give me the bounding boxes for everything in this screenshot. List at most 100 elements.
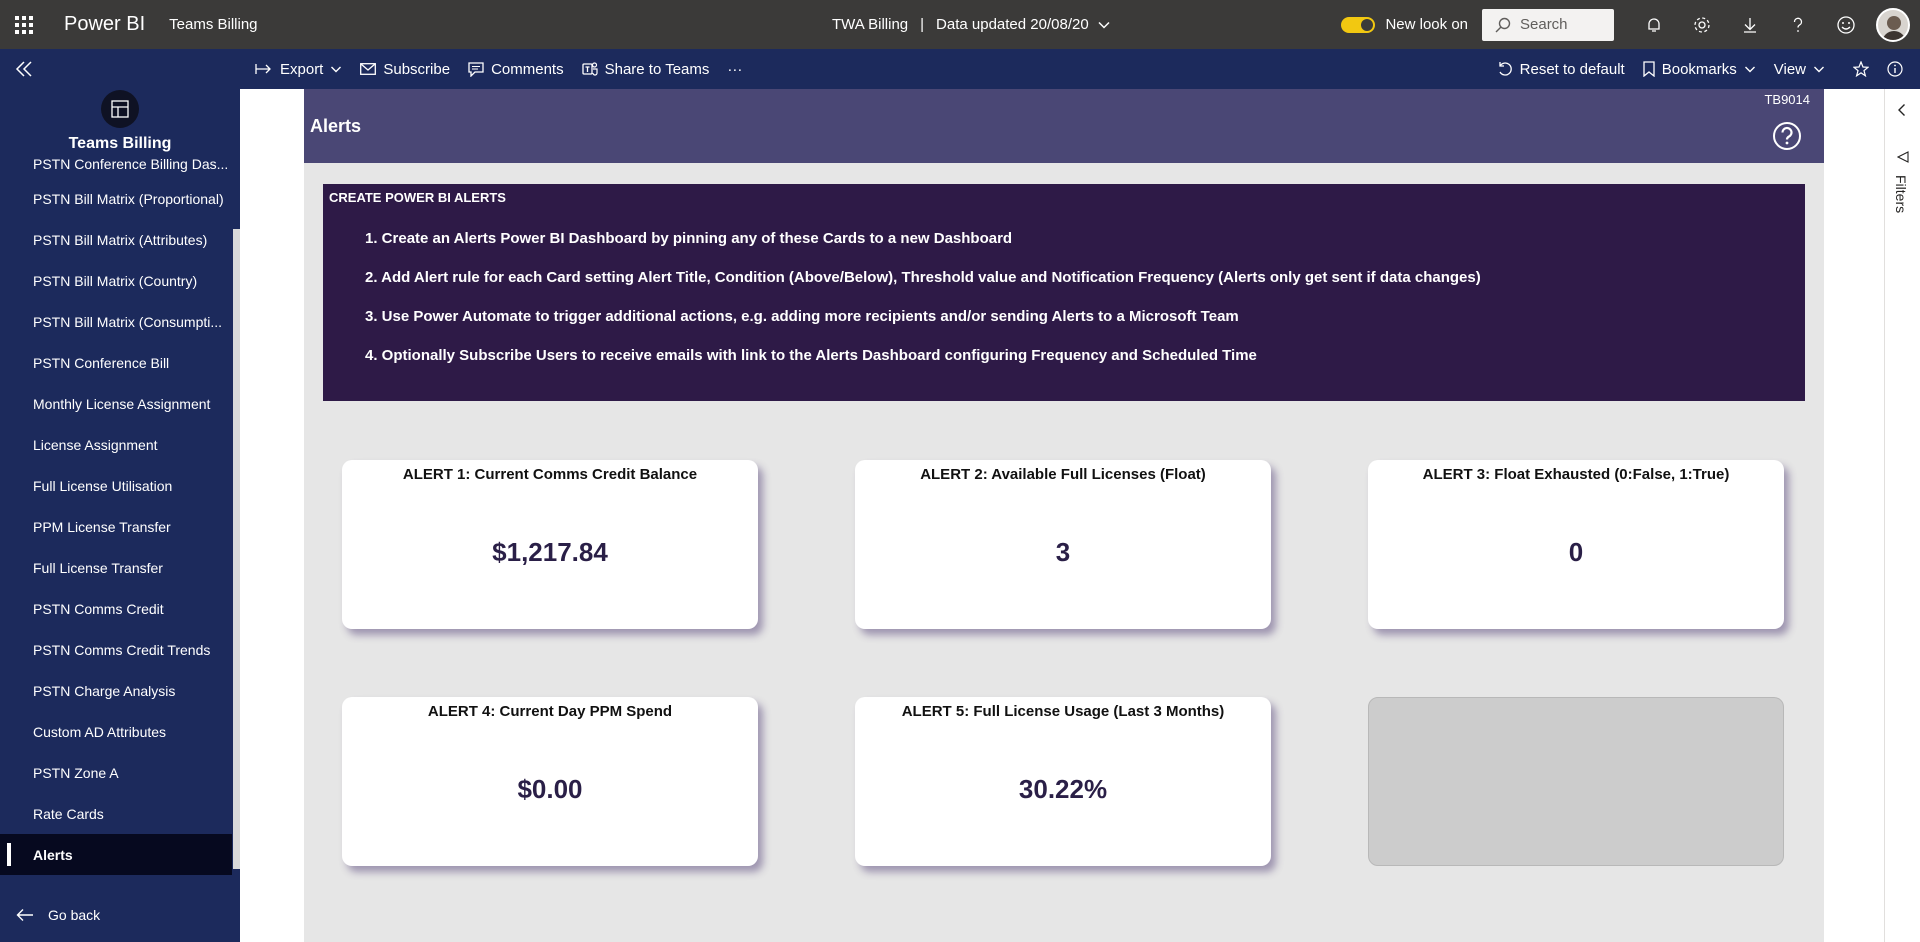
filters-label[interactable]: Filters [1893,175,1909,213]
card-title: ALERT 3: Float Exhausted (0:False, 1:Tru… [1422,466,1730,483]
sidebar-item-rate-cards[interactable]: Rate Cards [0,793,232,834]
go-back-label: Go back [48,907,101,923]
notifications-button[interactable] [1630,0,1678,49]
question-circle-icon[interactable] [1772,121,1802,151]
report-name: TWA Billing [832,16,909,33]
comments-button[interactable]: Comments [459,49,573,89]
search-placeholder: Search [1520,16,1568,33]
more-options-button[interactable]: ··· [718,49,751,89]
sidebar-item-pstn-conference-billing-dashboard[interactable]: PSTN Conference Billing Das... [0,156,232,178]
share-to-teams-button[interactable]: Share to Teams [573,49,719,89]
sidebar-item-alerts[interactable]: Alerts [0,834,232,875]
app-launcher-button[interactable] [0,0,48,49]
sidebar-item-pstn-bill-matrix-country[interactable]: PSTN Bill Matrix (Country) [0,260,232,301]
chevron-left-icon[interactable] [1896,103,1908,117]
reset-to-default-button[interactable]: Reset to default [1488,49,1634,89]
alert-card-4[interactable]: ALERT 4: Current Day PPM Spend $0.00 [342,697,758,866]
bookmarks-button[interactable]: Bookmarks [1634,49,1765,89]
favorite-button[interactable] [1844,49,1878,89]
card-value: $0.00 [517,774,583,804]
export-icon [255,64,271,74]
sidebar-item-pstn-bill-matrix-attributes[interactable]: PSTN Bill Matrix (Attributes) [0,219,232,260]
app-header: Teams Billing [0,89,240,161]
sidebar-item-custom-ad-attributes[interactable]: Custom AD Attributes [0,711,232,752]
bookmark-icon [1643,61,1655,77]
sidebar-item-label: PSTN Charge Analysis [33,682,176,699]
alert-card-1[interactable]: ALERT 1: Current Comms Credit Balance $1… [342,460,758,629]
settings-button[interactable] [1678,0,1726,49]
sidebar-item-pstn-conference-bill[interactable]: PSTN Conference Bill [0,342,232,383]
sidebar-item-label: PPM License Transfer [33,518,171,535]
user-avatar[interactable] [1876,7,1910,42]
sidebar-item-label: Monthly License Assignment [33,395,211,412]
feedback-button[interactable] [1822,0,1870,49]
view-button[interactable]: View [1765,49,1834,89]
mail-icon [360,63,377,75]
waffle-icon [15,15,33,34]
title-separator: | [920,16,925,33]
workspace-name[interactable]: Teams Billing [169,16,257,33]
reset-icon [1498,62,1512,76]
sidebar-item-label: PSTN Bill Matrix (Proportional) [33,190,224,207]
sidebar-item-pstn-bill-matrix-proportional[interactable]: PSTN Bill Matrix (Proportional) [0,178,232,219]
teams-icon [581,62,598,76]
sidebar-item-label: PSTN Comms Credit [33,600,164,617]
search-icon [1495,17,1511,32]
sidebar-item-monthly-license-assignment[interactable]: Monthly License Assignment [0,383,232,424]
report-page: Alerts TB9014 CREATE POWER BI ALERTS 1. … [304,89,1824,942]
search-input[interactable]: Search [1482,8,1614,41]
alert-card-5[interactable]: ALERT 5: Full License Usage (Last 3 Mont… [855,697,1271,866]
sidebar-item-ppm-license-transfer[interactable]: PPM License Transfer [0,506,232,547]
star-icon [1853,61,1869,77]
navigation-pane: Teams Billing PSTN Conference Billing Da… [0,89,240,942]
go-back-button[interactable]: Go back [0,894,232,936]
sidebar-item-label: PSTN Bill Matrix (Country) [33,272,198,289]
alert-card-2[interactable]: ALERT 2: Available Full Licenses (Float)… [855,460,1271,629]
sidebar-item-pstn-zone-a[interactable]: PSTN Zone A [0,752,232,793]
sidebar-item-label: PSTN Comms Credit Trends [33,641,211,658]
sidebar-item-label: PSTN Conference Bill [33,354,170,371]
sidebar-item-pstn-charge-analysis[interactable]: PSTN Charge Analysis [0,670,232,711]
sidebar-item-pstn-comms-credit-trends[interactable]: PSTN Comms Credit Trends [0,629,232,670]
app-logo [101,90,139,128]
data-updated-text: Data updated 20/08/20 [936,16,1089,33]
brand-name[interactable]: Power BI [64,13,145,36]
instruction-step-2: 2. Add Alert rule for each Card setting … [365,269,1481,286]
app-title: Teams Billing [68,135,172,152]
sidebar-item-full-license-utilisation[interactable]: Full License Utilisation [0,465,232,506]
card-value: $1,217.84 [492,537,608,567]
export-button[interactable]: Export [246,49,351,89]
chevron-down-icon [1744,66,1755,73]
card-title: ALERT 4: Current Day PPM Spend [427,703,673,720]
sidebar-item-label: Full License Utilisation [33,477,173,494]
sidebar-item-full-license-transfer[interactable]: Full License Transfer [0,547,232,588]
subscribe-button[interactable]: Subscribe [351,49,459,89]
alerts-instructions-panel: CREATE POWER BI ALERTS 1. Create an Aler… [323,184,1805,401]
alert-card-3[interactable]: ALERT 3: Float Exhausted (0:False, 1:Tru… [1368,460,1784,629]
collapse-nav-button[interactable] [0,49,48,89]
filters-pane[interactable]: Filters [1884,89,1920,942]
page-title: Alerts [310,116,362,136]
chevron-down-icon [1098,21,1110,29]
new-look-toggle[interactable] [1341,16,1376,33]
app-icon [111,100,129,118]
page-list: PSTN Conference Billing Das... PSTN Bill… [0,156,232,875]
download-button[interactable] [1726,0,1774,49]
sidebar-item-pstn-bill-matrix-consumption[interactable]: PSTN Bill Matrix (Consumpti... [0,301,232,342]
sidebar-item-pstn-comms-credit[interactable]: PSTN Comms Credit [0,588,232,629]
comment-icon [468,61,484,77]
card-value: 30.22% [1018,774,1108,804]
export-label: Export [280,60,324,78]
help-button[interactable] [1774,0,1822,49]
instruction-step-1: 1. Create an Alerts Power BI Dashboard b… [365,230,1013,247]
info-icon [1887,61,1903,77]
sidebar-item-license-assignment[interactable]: License Assignment [0,424,232,465]
card-value: 0 [1568,537,1584,567]
report-info-dropdown[interactable]: TWA Billing | Data updated 20/08/20 [832,0,1111,49]
empty-placeholder-card [1368,697,1784,866]
report-code: TB9014 [1764,92,1810,107]
report-info-button[interactable] [1878,49,1912,89]
sidebar-scrollbar[interactable] [233,229,240,869]
report-header: Alerts TB9014 [304,89,1824,163]
reset-to-default-label: Reset to default [1519,60,1625,78]
